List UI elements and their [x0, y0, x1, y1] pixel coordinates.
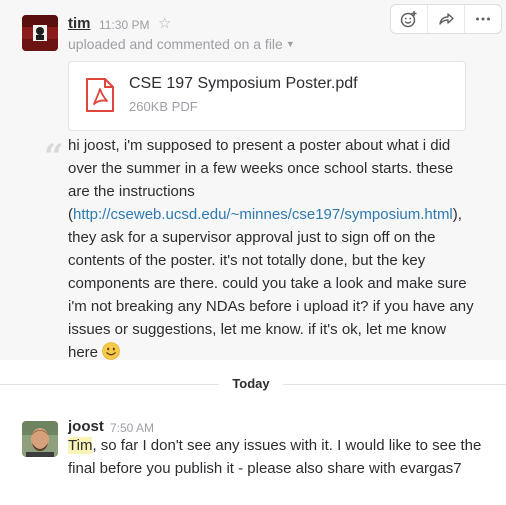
share-button[interactable] [428, 5, 465, 33]
file-comment: hi joost, i'm supposed to present a post… [68, 134, 478, 364]
avatar-joost[interactable] [22, 421, 58, 457]
caret-down-icon: ▼ [285, 39, 295, 49]
day-divider-label: Today [219, 374, 283, 394]
message-body: , so far I don't see any issues with it.… [68, 437, 482, 477]
comment-text-part2: ), they ask for a supervisor approval ju… [68, 206, 474, 361]
ellipsis-icon [476, 17, 490, 21]
author-name[interactable]: tim [68, 15, 91, 32]
file-action-text: uploaded and commented on a file [68, 36, 283, 52]
timestamp[interactable]: 11:30 PM [99, 18, 149, 32]
add-reaction-icon [400, 11, 417, 28]
file-name[interactable]: CSE 197 Symposium Poster.pdf [129, 75, 358, 93]
smile-emoji-icon [102, 342, 121, 360]
avatar-tim[interactable] [22, 15, 58, 51]
timestamp[interactable]: 7:50 AM [110, 421, 154, 435]
author-name[interactable]: joost [68, 418, 104, 435]
more-actions-button[interactable] [465, 5, 501, 33]
file-meta: 260KB PDF [129, 99, 198, 114]
file-action-line[interactable]: uploaded and commented on a file ▼ [68, 36, 295, 52]
user-mention[interactable]: Tim [68, 437, 93, 454]
message-actions [390, 4, 502, 34]
quote-icon: “ [44, 137, 64, 177]
message-tim: tim 11:30 PM ☆ uploaded and commented on… [0, 0, 506, 361]
add-reaction-button[interactable] [391, 5, 428, 33]
symposium-link[interactable]: http://cseweb.ucsd.edu/~minnes/cse197/sy… [73, 206, 453, 223]
pdf-file-icon [85, 77, 115, 113]
message-text: Tim, so far I don't see any issues with … [68, 434, 488, 480]
file-attachment[interactable]: CSE 197 Symposium Poster.pdf 260KB PDF [68, 61, 466, 131]
share-arrow-icon [439, 13, 454, 25]
star-icon[interactable]: ☆ [158, 14, 171, 32]
